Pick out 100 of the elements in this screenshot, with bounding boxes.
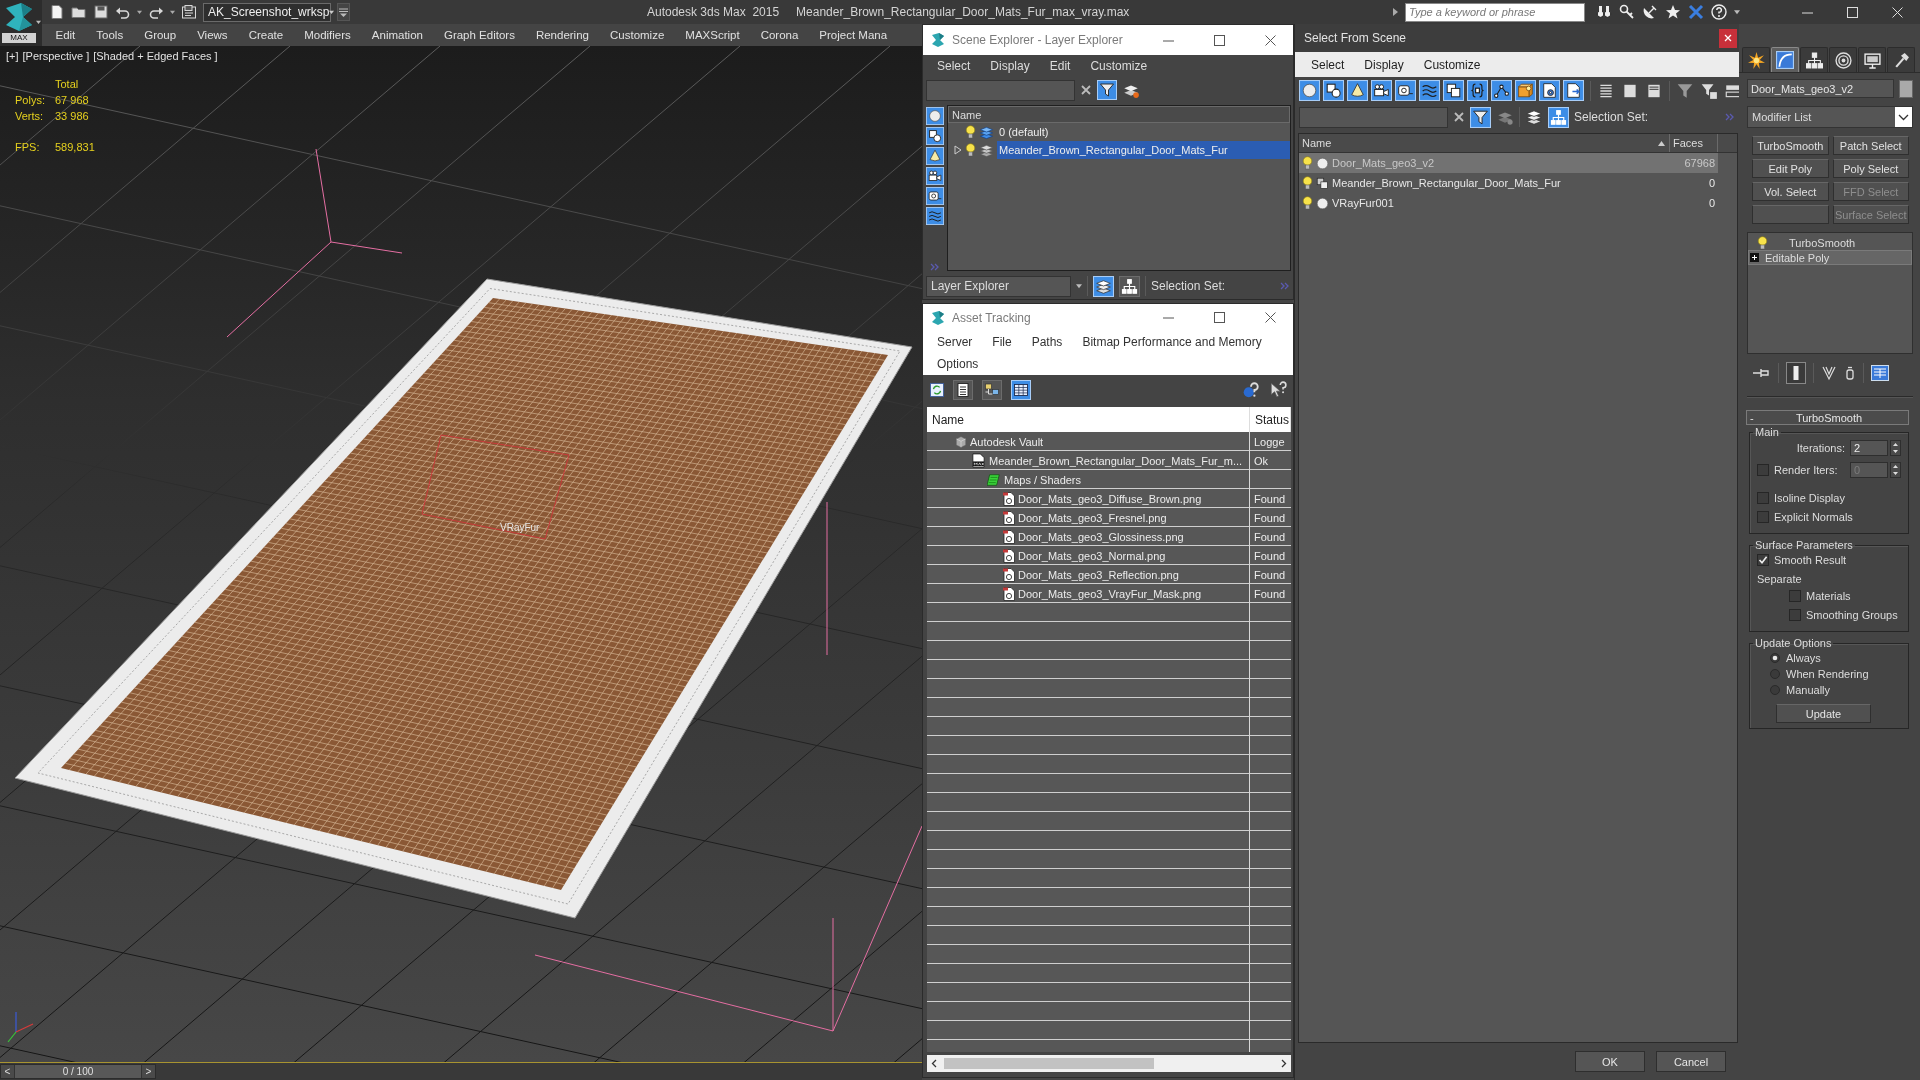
checkbox[interactable]	[1757, 463, 1769, 476]
tape-icon[interactable]	[1395, 80, 1416, 101]
checkbox[interactable]	[1757, 491, 1769, 504]
waves-icon[interactable]	[1419, 80, 1440, 101]
previous-frame-button[interactable]: <	[1, 1065, 15, 1078]
braces-icon[interactable]	[1467, 80, 1488, 101]
modifier-button[interactable]: Poly Select	[1832, 159, 1909, 178]
horizontal-scrollbar[interactable]	[927, 1055, 1291, 1072]
menu-item[interactable]: Create	[238, 26, 294, 44]
column-header[interactable]: Name	[1299, 134, 1670, 152]
waves-icon[interactable]	[926, 207, 944, 225]
shapes-icon[interactable]	[1323, 80, 1344, 101]
asset-name[interactable]: Door_Mats_geo3_VrayFur_Mask.png	[1018, 587, 1202, 600]
layer-name[interactable]: 0 (default)	[997, 123, 1290, 141]
hierarchy-icon[interactable]	[1548, 106, 1569, 128]
menu-item[interactable]: Views	[186, 26, 239, 44]
radio-button[interactable]	[1770, 685, 1780, 695]
search-field[interactable]	[926, 79, 1075, 101]
spinner-arrows-icon[interactable]	[1890, 439, 1901, 456]
modifier-button[interactable]: TurboSmooth	[1752, 136, 1829, 155]
radio-button[interactable]	[1770, 669, 1780, 679]
modifier-button[interactable]: Patch Select	[1832, 136, 1909, 155]
asset-name[interactable]: Door_Mats_geo3_Diffuse_Brown.png	[1018, 492, 1202, 505]
stack-item[interactable]: TurboSmooth	[1748, 235, 1912, 250]
shapes-icon[interactable]	[926, 127, 944, 145]
sphere-icon[interactable]	[926, 107, 944, 125]
crate-icon[interactable]	[1515, 80, 1536, 101]
checkbox[interactable]	[1789, 608, 1801, 621]
search-field[interactable]: Type a keyword or phrase	[1405, 2, 1585, 22]
asset-name[interactable]: Meander_Brown_Rectangular_Door_Mats_Fur_m...	[989, 454, 1243, 467]
cross-icon[interactable]	[1688, 4, 1704, 20]
panel-tab[interactable]	[1829, 47, 1857, 72]
tree-images-icon[interactable]	[982, 380, 1002, 400]
modifier-button[interactable]: Vol. Select	[1752, 182, 1829, 201]
menu-item[interactable]: File	[982, 331, 1022, 353]
viewport-menu-label[interactable]: [+]	[6, 50, 19, 62]
expand-arrow-icon[interactable]	[954, 145, 962, 155]
checkbox[interactable]	[1757, 510, 1769, 523]
object-row[interactable]: VRayFur001 0	[1299, 193, 1718, 213]
pin-icon[interactable]	[1753, 367, 1771, 379]
explorer-dropdown[interactable]: Layer Explorer	[926, 275, 1071, 297]
close-button[interactable]	[1719, 28, 1737, 48]
project-folder-icon[interactable]	[181, 4, 197, 20]
panel-tab[interactable]	[1887, 47, 1915, 72]
menu-item[interactable]: Modifiers	[293, 26, 362, 44]
color-swatch[interactable]	[1899, 79, 1913, 98]
workspace-dropdown[interactable]: AK_Screenshot_wrksp	[203, 2, 331, 22]
asset-name[interactable]: Door_Mats_geo3_Fresnel.png	[1018, 511, 1167, 524]
menu-item[interactable]: Paths	[1021, 331, 1073, 353]
menu-item[interactable]: Corona	[750, 26, 809, 44]
menu-item[interactable]: Graph Editors	[433, 26, 526, 44]
menu-item[interactable]: Server	[927, 331, 983, 353]
object-name-field[interactable]: Door_Mats_geo3_v2	[1747, 79, 1894, 98]
menu-item[interactable]: Edit	[45, 26, 86, 44]
clear-icon[interactable]	[1080, 84, 1092, 96]
help-globe-icon[interactable]	[1242, 381, 1260, 399]
time-slider-thumb[interactable]: < 0 / 100 >	[0, 1064, 156, 1079]
dialog-button[interactable]: OK	[1575, 1051, 1645, 1072]
tape-icon[interactable]	[926, 187, 944, 205]
fork-icon[interactable]	[1821, 365, 1837, 381]
open-folder-icon[interactable]	[71, 4, 87, 20]
dialog-button[interactable]: Cancel	[1656, 1051, 1726, 1072]
star-icon[interactable]	[1665, 4, 1681, 20]
time-slider-track[interactable]: < 0 / 100 >	[0, 1063, 922, 1080]
cone-icon[interactable]	[1347, 80, 1368, 101]
spinner-field[interactable]: 2	[1850, 439, 1888, 456]
spinner-arrows-icon[interactable]	[1890, 461, 1901, 478]
application-button[interactable]: MAX	[0, 0, 42, 46]
asset-name[interactable]: Autodesk Vault	[970, 435, 1044, 448]
capsule-icon[interactable]	[1844, 365, 1856, 381]
help-cursor-icon[interactable]	[1269, 381, 1287, 399]
camera-icon[interactable]	[926, 167, 944, 185]
binoculars-icon[interactable]	[1596, 4, 1612, 20]
menu-item[interactable]: Customize	[1413, 57, 1491, 72]
checkbox[interactable]	[1789, 589, 1801, 602]
filter-icon[interactable]	[1470, 106, 1491, 128]
panel-tab[interactable]	[1742, 47, 1770, 72]
menu-item[interactable]: Select	[927, 55, 981, 77]
filter-list-icon[interactable]	[1700, 81, 1718, 100]
menu-item[interactable]: Rendering	[525, 26, 600, 44]
menu-item[interactable]: Options	[927, 353, 989, 375]
column-header[interactable]: Faces	[1670, 134, 1718, 152]
help-icon[interactable]	[1711, 4, 1727, 20]
stack-item[interactable]: Editable Poly	[1748, 250, 1912, 265]
menu-item[interactable]: Edit	[1039, 55, 1081, 77]
asset-name[interactable]: Door_Mats_geo3_Normal.png	[1018, 549, 1166, 562]
panel-tab[interactable]	[1858, 47, 1886, 72]
refresh-icon[interactable]	[930, 383, 944, 397]
table-grid-icon[interactable]	[1011, 380, 1031, 400]
menu-item[interactable]: Project Mana	[808, 26, 898, 44]
menu-item[interactable]: Customize	[599, 26, 675, 44]
asset-name[interactable]: Maps / Shaders	[1004, 473, 1082, 486]
grid-window-icon[interactable]	[1871, 365, 1889, 381]
asset-name[interactable]: Door_Mats_geo3_Reflection.png	[1018, 568, 1179, 581]
camera-icon[interactable]	[1371, 80, 1392, 101]
clear-icon[interactable]	[1453, 111, 1465, 123]
next-frame-button[interactable]: >	[141, 1065, 155, 1078]
menu-item[interactable]: Group	[133, 26, 187, 44]
menu-item[interactable]: Display	[1354, 57, 1414, 72]
checkbox[interactable]	[1757, 553, 1769, 566]
